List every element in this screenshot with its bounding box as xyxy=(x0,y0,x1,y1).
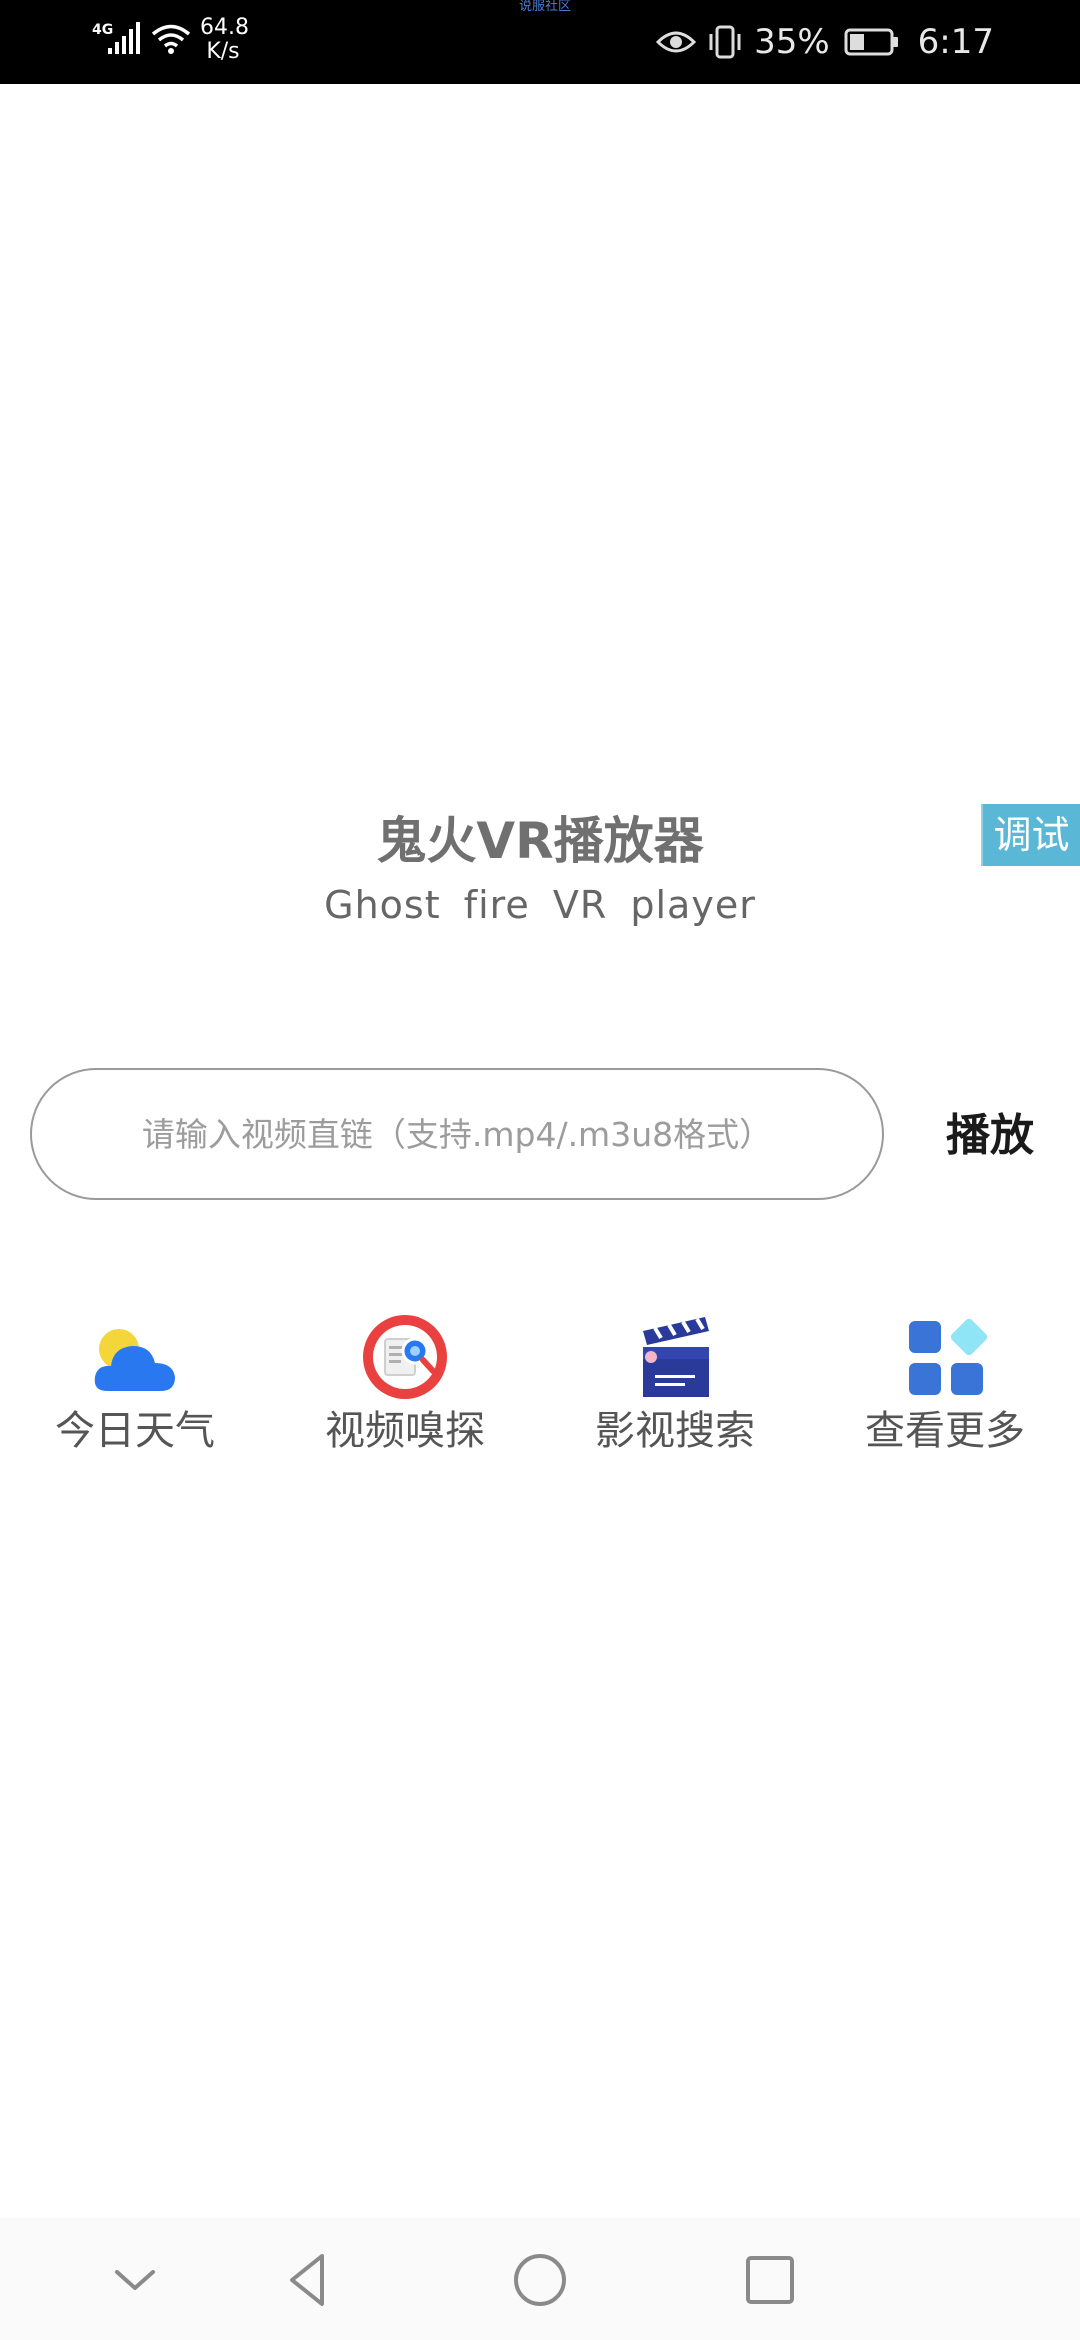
shortcut-movie-search[interactable]: 影视搜索 xyxy=(575,1305,775,1465)
network-speed-value: 64.8 xyxy=(200,15,249,40)
status-right-group: 35% 6:17 xyxy=(656,18,994,66)
system-nav-bar xyxy=(0,2218,1080,2340)
shortcut-weather[interactable]: 今日天气 xyxy=(35,1305,235,1465)
weather-icon xyxy=(94,1329,175,1391)
more-grid-icon xyxy=(909,1318,988,1395)
hide-nav-icon[interactable] xyxy=(103,2248,167,2312)
app-subtitle: Ghost fire VR player xyxy=(324,883,756,927)
movie-search-icon xyxy=(643,1317,709,1397)
signal-icon xyxy=(108,22,140,54)
shortcut-row: 今日天气 视频嗅探 影视搜索 查看更多 xyxy=(0,1305,1080,1465)
shortcut-video-sniff[interactable]: 视频嗅探 xyxy=(305,1305,505,1465)
shortcut-more[interactable]: 查看更多 xyxy=(845,1305,1045,1465)
back-icon[interactable] xyxy=(278,2248,342,2312)
shortcut-movie-search-label: 影视搜索 xyxy=(595,1408,755,1454)
battery-icon xyxy=(844,28,898,56)
app-title: 鬼火VR播放器 xyxy=(376,812,704,870)
eye-icon xyxy=(656,31,697,53)
video-url-input[interactable] xyxy=(30,1068,884,1200)
recents-icon[interactable] xyxy=(738,2248,802,2312)
status-carrier-label: 说服社区 xyxy=(519,0,572,14)
shortcut-weather-label: 今日天气 xyxy=(55,1408,215,1454)
home-icon[interactable] xyxy=(508,2248,572,2312)
wifi-icon xyxy=(151,24,191,54)
play-button[interactable]: 播放 xyxy=(920,1096,1060,1176)
network-speed: 64.8 K/s xyxy=(200,15,249,64)
vibrate-icon xyxy=(709,25,741,59)
network-speed-unit: K/s xyxy=(206,39,240,64)
shortcut-video-sniff-label: 视频嗅探 xyxy=(325,1408,485,1454)
video-sniff-icon xyxy=(363,1315,447,1399)
shortcut-more-label: 查看更多 xyxy=(865,1408,1025,1454)
status-bar: 说服社区 4G 64.8 K/s 35% 6:17 xyxy=(0,0,1080,84)
debug-button[interactable]: 调试 xyxy=(981,804,1080,866)
status-time: 6:17 xyxy=(917,22,994,62)
battery-percent: 35% xyxy=(754,22,830,62)
